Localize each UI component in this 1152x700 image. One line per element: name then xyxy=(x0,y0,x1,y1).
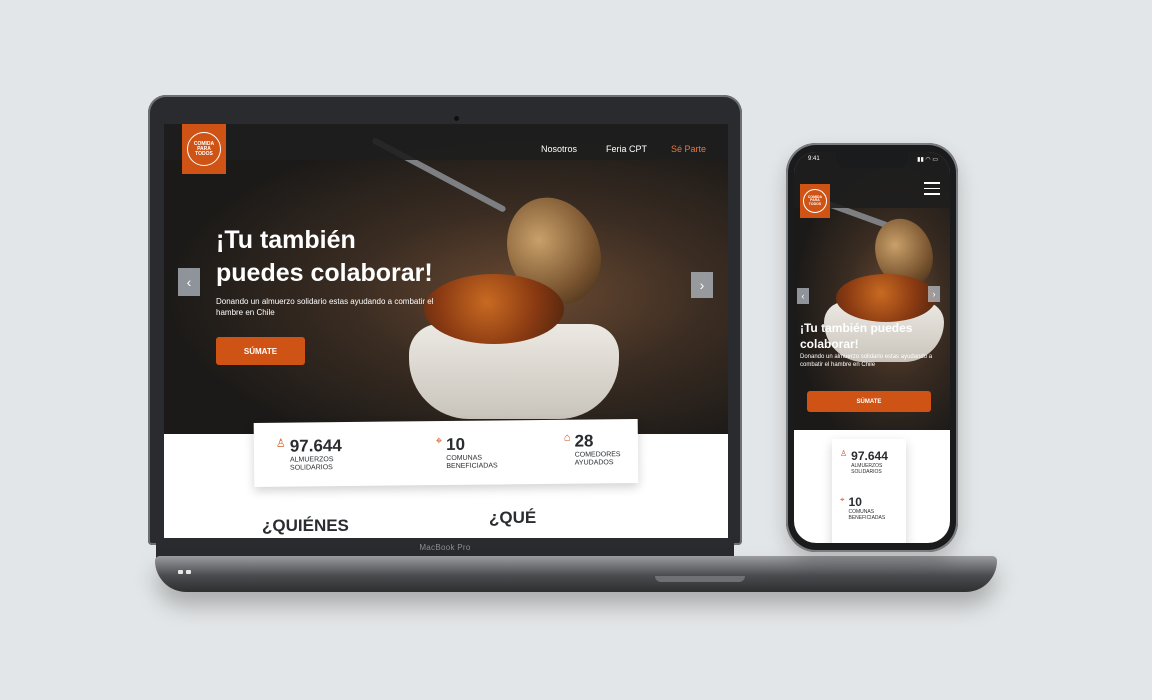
stat-value: 10 xyxy=(446,434,466,454)
laptop-camera xyxy=(454,116,459,121)
stat-label: COMEDORES AYUDADOS xyxy=(574,451,621,468)
nav-item-feria[interactable]: Feria CPT xyxy=(606,144,647,154)
hero-title: ¡Tu también puedes colaborar! xyxy=(800,320,912,352)
laptop-screen: COMIDA PARA TODOS Nosotros Feria CPT Sé … xyxy=(164,124,728,538)
stat-value: 28 xyxy=(574,431,594,451)
phone-time: 9:41 xyxy=(808,156,820,162)
sumate-button[interactable]: SÚMATE xyxy=(807,391,931,412)
laptop-base xyxy=(155,556,997,592)
carousel-prev-button[interactable]: ‹ xyxy=(797,288,809,304)
sumate-button[interactable]: SÚMATE xyxy=(216,337,305,365)
stat-label: COMUNAS BENEFICIADAS xyxy=(446,454,498,471)
chevron-right-icon: › xyxy=(699,277,705,293)
carousel-prev-button[interactable]: ‹ xyxy=(178,268,200,296)
laptop-brand-label: MacBook Pro xyxy=(419,543,471,552)
location-pin-icon: ⌖ xyxy=(435,435,443,448)
stat-comunas: ⌖ 10 COMUNAS BENEFICIADAS xyxy=(436,434,511,472)
hero-title-line2: puedes colaborar! xyxy=(216,259,433,287)
phone-screen: 9:41 ▮▮ ◠ ▭ COMIDA PARA TODOS ‹ › ¡Tu ta… xyxy=(794,152,950,543)
usb-port xyxy=(178,570,183,574)
logo-mark: COMIDA PARA TODOS xyxy=(803,189,827,213)
carousel-next-button[interactable]: › xyxy=(691,272,713,298)
house-icon: ⌂ xyxy=(563,431,571,444)
hero-title-line1: ¡Tu también puedes xyxy=(800,321,913,335)
signal-battery-icon: ▮▮ ◠ ▭ xyxy=(917,157,938,163)
location-pin-icon: ⌖ xyxy=(840,495,845,504)
stats-card: ♙ 97.644 ALMUERZOS SOLIDARIOS ⌖ 10 COMUN… xyxy=(832,439,906,543)
carousel-next-button[interactable]: › xyxy=(928,286,940,302)
nav-item-se-parte[interactable]: Sé Parte xyxy=(671,144,706,154)
stat-almuerzos: ♙ 97.644 ALMUERZOS SOLIDARIOS xyxy=(840,449,897,475)
stats-card: ♙ 97.644 ALMUERZOS SOLIDARIOS ⌖ 10 COMUN… xyxy=(253,418,639,488)
laptop-base-notch xyxy=(655,576,745,582)
logo-text: COMIDA PARA TODOS xyxy=(807,194,823,206)
hamburger-menu-icon[interactable] xyxy=(924,182,940,199)
logo-text: COMIDA PARA TODOS xyxy=(193,140,215,157)
hero-title-line1: ¡Tu también xyxy=(216,226,356,254)
stat-label: ALMUERZOS SOLIDARIOS xyxy=(851,463,883,475)
stat-comunas: ⌖ 10 COMUNAS BENEFICIADAS xyxy=(840,495,895,521)
top-navbar xyxy=(164,124,728,160)
site-logo[interactable]: COMIDA PARA TODOS xyxy=(800,184,830,218)
chevron-right-icon: › xyxy=(932,289,936,299)
person-icon: ♙ xyxy=(275,437,286,450)
section-que-heading: ¿QUÉ xyxy=(489,508,537,527)
stat-value: 97.644 xyxy=(851,449,888,463)
hero-subtitle: Donando un almuerzo solidario estas ayud… xyxy=(216,297,434,317)
stat-comedores: ⌂ 28 COMEDORES AYUDADOS xyxy=(564,431,635,469)
stat-value: 97.644 xyxy=(289,436,342,456)
hero-title: ¡Tu también puedes colaborar! xyxy=(216,224,433,290)
hero-subtitle: Donando un almuerzo solidario estas ayud… xyxy=(800,354,933,368)
section-quienes-heading: ¿QUIÉNES xyxy=(262,516,349,535)
stat-label: ALMUERZOS SOLIDARIOS xyxy=(289,456,334,473)
person-icon: ♙ xyxy=(840,449,848,458)
stat-almuerzos: ♙ 97.644 ALMUERZOS SOLIDARIOS xyxy=(276,436,350,474)
chevron-left-icon: ‹ xyxy=(801,291,805,301)
stat-label: COMUNAS BENEFICIADAS xyxy=(848,509,886,521)
logo-mark: COMIDA PARA TODOS xyxy=(187,132,221,166)
food-stew xyxy=(836,274,936,322)
chevron-left-icon: ‹ xyxy=(186,274,192,290)
stat-value: 10 xyxy=(848,495,862,509)
hero-title-line2: colaborar! xyxy=(800,337,859,351)
site-logo[interactable]: COMIDA PARA TODOS xyxy=(182,124,226,174)
phone-notch xyxy=(836,152,908,168)
usb-port xyxy=(186,570,191,574)
nav-item-nosotros[interactable]: Nosotros xyxy=(541,144,577,154)
